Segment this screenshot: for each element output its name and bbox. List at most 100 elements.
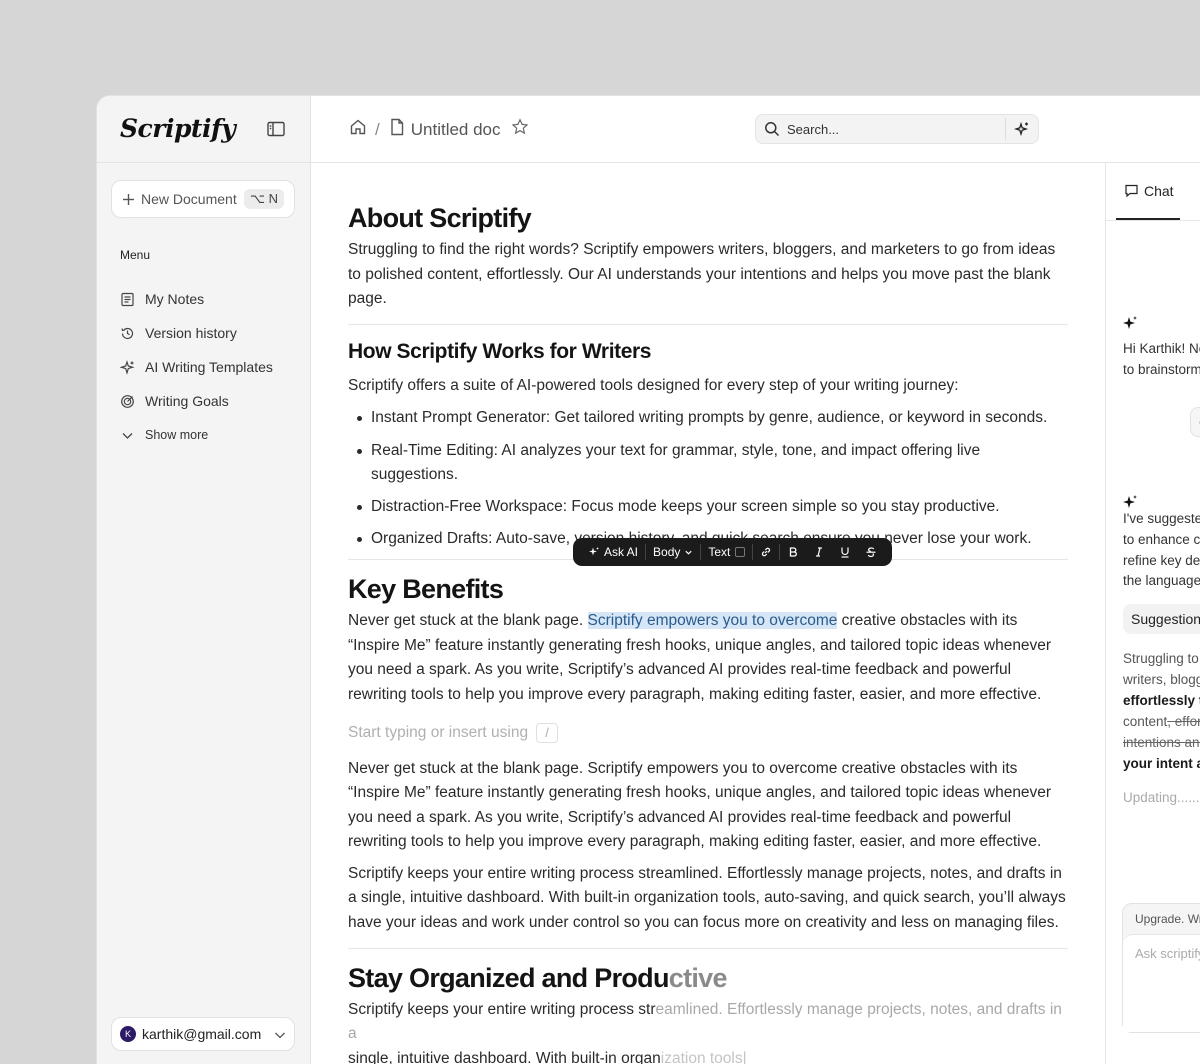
empty-block-placeholder[interactable]: Start typing or insert using / xyxy=(348,721,1068,745)
app-window: Scriptify New Document ⌥ N Menu My Notes… xyxy=(96,95,1200,1064)
list-item[interactable]: Instant Prompt Generator: Get tailored w… xyxy=(348,406,1068,430)
tab-chat[interactable]: Chat xyxy=(1116,163,1180,220)
composer-body xyxy=(1123,934,1200,1032)
text-run: your intent ar xyxy=(1123,756,1200,771)
sidebar-item-writing-goals[interactable]: Writing Goals xyxy=(120,384,273,418)
paragraph-benefits-1[interactable]: Never get stuck at the blank page. Scrip… xyxy=(348,609,1068,707)
underline-icon xyxy=(841,547,849,558)
upgrade-banner[interactable]: Upgrade. Writ xyxy=(1123,904,1200,934)
chevron-down-icon xyxy=(122,432,133,439)
chat-composer: Upgrade. Writ xyxy=(1122,903,1200,1033)
top-bar: / Untitled doc xyxy=(311,96,1200,163)
app-logo[interactable]: Scriptify xyxy=(120,114,236,143)
chat-input[interactable] xyxy=(1123,935,1200,972)
tab-label: Chat xyxy=(1144,182,1174,199)
new-document-button[interactable]: New Document ⌥ N xyxy=(111,180,295,218)
diff-line-removed: intentions and xyxy=(1123,732,1200,753)
strikethrough-button[interactable] xyxy=(858,538,884,566)
sparkle-icon xyxy=(120,359,135,375)
list-item[interactable]: Real-Time Editing: AI analyzes your text… xyxy=(348,439,1068,487)
menu-heading: Menu xyxy=(120,248,151,262)
paragraph-how-intro[interactable]: Scriptify offers a suite of AI-powered t… xyxy=(348,374,1068,399)
underline-button[interactable] xyxy=(832,538,858,566)
sidebar: Scriptify New Document ⌥ N Menu My Notes… xyxy=(97,96,311,1064)
sparkle-icon xyxy=(589,547,599,556)
text-run: single, intuitive dashboard. With built-… xyxy=(348,1049,661,1064)
diff-line-added: your intent ar xyxy=(1123,753,1200,774)
text-run-removed: , effor xyxy=(1167,714,1200,729)
paragraph-organized-streaming[interactable]: Scriptify keeps your entire writing proc… xyxy=(348,998,1068,1064)
suggestions-header[interactable]: Suggestions xyxy=(1123,604,1200,634)
account-email: karthik@gmail.com xyxy=(142,1026,262,1042)
divider xyxy=(348,947,1068,949)
sidebar-menu: My Notes Version history AI Writing Temp… xyxy=(120,282,273,452)
message-line: I've suggestec xyxy=(1123,511,1200,526)
sidebar-item-label: Version history xyxy=(145,325,237,341)
chat-panel: Chat Hi Karthik! Ne to brainstorm, C I'v… xyxy=(1105,163,1200,1064)
account-switcher[interactable]: K karthik@gmail.com xyxy=(111,1017,295,1051)
feature-list: Instant Prompt Generator: Get tailored w… xyxy=(348,406,1068,551)
text-run: content xyxy=(1123,714,1168,729)
chat-bubble-icon xyxy=(1125,184,1138,198)
star-icon[interactable] xyxy=(511,118,529,141)
heading-stay-organized[interactable]: Stay Organized and Productive xyxy=(348,961,1068,995)
diff-line: content, effor xyxy=(1123,711,1200,732)
diff-line: Struggling to f xyxy=(1123,651,1200,666)
message-line: to enhance cla xyxy=(1123,531,1200,547)
heading-about[interactable]: About Scriptify xyxy=(348,201,1068,235)
chevron-down-icon xyxy=(685,550,692,555)
selected-text[interactable]: Scriptify empowers you to overcome xyxy=(587,612,838,630)
block-type-label: Body xyxy=(653,545,681,559)
sidebar-item-my-notes[interactable]: My Notes xyxy=(120,282,273,316)
breadcrumb: / Untitled doc xyxy=(349,118,529,141)
heading-how-it-works[interactable]: How Scriptify Works for Writers xyxy=(348,338,1068,366)
paragraph-benefits-3[interactable]: Scriptify keeps your entire writing proc… xyxy=(348,862,1068,936)
ask-ai-label: Ask AI xyxy=(604,545,639,559)
sparkle-icon xyxy=(1014,121,1029,137)
text-run: Never get stuck at the blank page. xyxy=(348,612,588,630)
document-editor[interactable]: About Scriptify Struggling to find the r… xyxy=(311,163,1105,1064)
chat-message-user: C xyxy=(1190,407,1200,437)
bold-button[interactable] xyxy=(780,538,806,566)
message-line: refine key des xyxy=(1123,552,1200,568)
document-title[interactable]: Untitled doc xyxy=(411,120,501,140)
sidebar-toggle-icon[interactable] xyxy=(267,121,285,137)
paragraph-about[interactable]: Struggling to find the right words? Scri… xyxy=(348,238,1068,312)
message-line: to brainstorm, xyxy=(1123,362,1200,377)
heading-key-benefits[interactable]: Key Benefits xyxy=(348,572,1068,606)
chevron-down-icon xyxy=(274,1028,286,1040)
chat-message-ai: Hi Karthik! Ne to brainstorm, xyxy=(1123,338,1200,380)
sidebar-item-version-history[interactable]: Version history xyxy=(120,316,273,350)
list-item[interactable]: Distraction-Free Workspace: Focus mode k… xyxy=(348,495,1068,519)
ai-search-button[interactable] xyxy=(1005,118,1030,140)
link-button[interactable] xyxy=(753,538,779,566)
format-toolbar: Ask AI Body Text xyxy=(573,538,893,566)
text-color-label: Text xyxy=(708,545,731,559)
block-type-dropdown[interactable]: Body xyxy=(646,538,700,566)
sidebar-item-label: My Notes xyxy=(145,291,205,307)
text-run: Scriptify keeps your entire writing proc… xyxy=(348,1000,656,1018)
text-run-fading: ctive xyxy=(668,962,728,993)
history-icon xyxy=(121,327,134,339)
status-text: Updating........ xyxy=(1123,790,1200,805)
italic-button[interactable] xyxy=(806,538,832,566)
show-more-toggle[interactable]: Show more xyxy=(120,418,273,452)
message-line: the language xyxy=(1123,573,1200,589)
sidebar-item-ai-writing-templates[interactable]: AI Writing Templates xyxy=(120,350,273,384)
divider xyxy=(348,323,1068,325)
notes-icon xyxy=(121,292,134,306)
sidebar-header: Scriptify xyxy=(97,96,310,163)
text-run-fading: ization tools| xyxy=(660,1049,747,1064)
link-icon xyxy=(762,547,771,557)
text-color-button[interactable]: Text xyxy=(701,538,752,566)
ai-assistant-icon xyxy=(1123,495,1137,508)
paragraph-benefits-2[interactable]: Never get stuck at the blank page. Scrip… xyxy=(348,757,1068,855)
document-icon xyxy=(388,118,406,141)
tab-underline xyxy=(1106,220,1200,221)
bold-icon xyxy=(790,547,798,557)
search-input[interactable] xyxy=(787,121,987,137)
chat-message-ai: I've suggestec to enhance cla refine key… xyxy=(1123,509,1200,592)
new-document-label: New Document xyxy=(141,191,237,207)
home-icon[interactable] xyxy=(349,118,367,141)
ask-ai-button[interactable]: Ask AI xyxy=(581,538,645,566)
